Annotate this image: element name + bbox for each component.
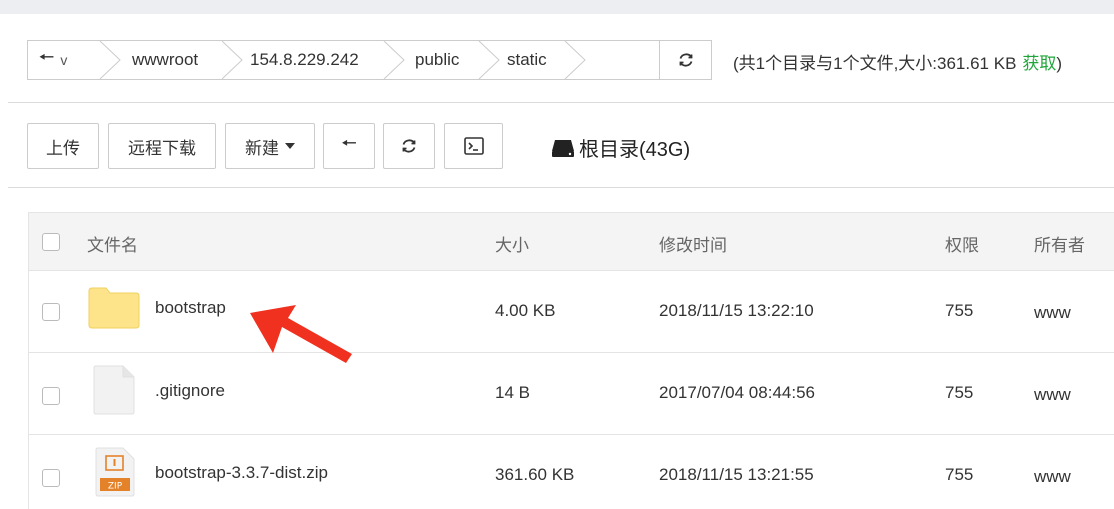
annotation-arrow-icon — [250, 305, 352, 363]
